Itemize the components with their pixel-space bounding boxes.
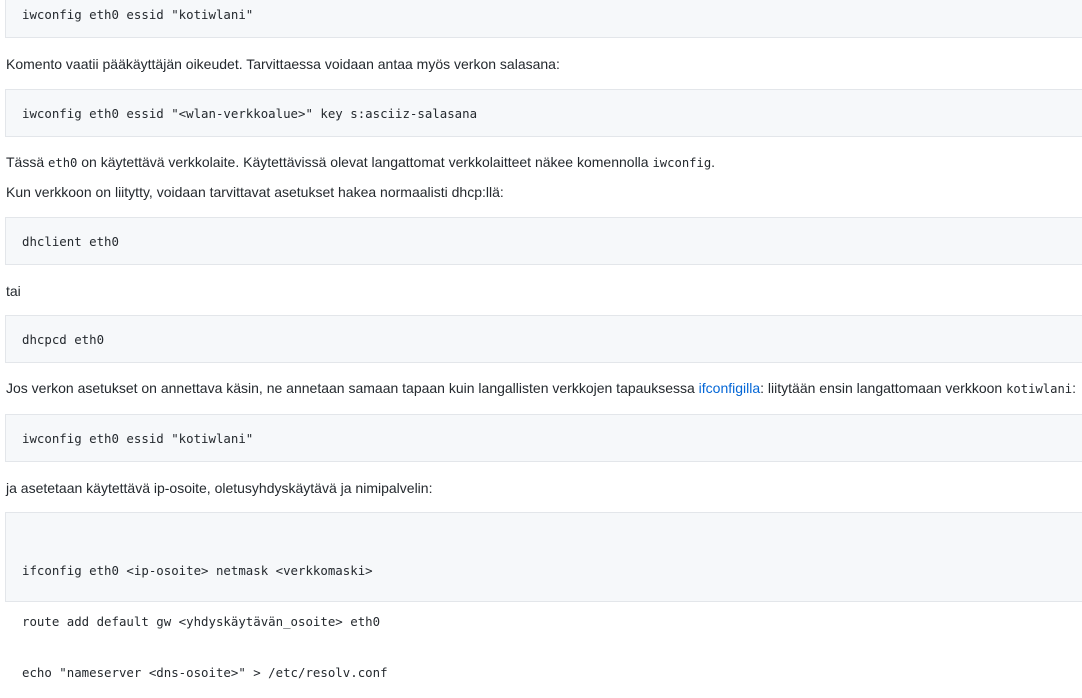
- code-block-iwconfig-essid: iwconfig eth0 essid "kotiwlani": [5, 0, 1082, 38]
- paragraph-eth0-device: Tässä eth0 on käytettävä verkkolaite. Kä…: [6, 154, 716, 170]
- code-line: dhcpcd eth0: [22, 331, 105, 347]
- code-line: echo "nameserver <dns-osoite>" > /etc/re…: [22, 665, 388, 680]
- paragraph-dhcp: Kun verkkoon on liitytty, voidaan tarvit…: [6, 184, 504, 200]
- paragraph-root-privileges: Komento vaatii pääkäyttäjän oikeudet. Ta…: [6, 56, 560, 72]
- code-line: ifconfig eth0 <ip-osoite> netmask <verkk…: [22, 563, 373, 578]
- code-block-iwconfig-key: iwconfig eth0 essid "<wlan-verkkoalue>" …: [5, 89, 1082, 137]
- code-line: dhclient eth0: [22, 233, 119, 249]
- inline-code-kotiwlani: kotiwlani: [1006, 382, 1073, 396]
- code-block-network-config: ifconfig eth0 <ip-osoite> netmask <verkk…: [5, 512, 1082, 680]
- code-block-iwconfig-essid-2: iwconfig eth0 essid "kotiwlani": [5, 414, 1082, 462]
- inline-code-iwconfig: iwconfig: [652, 156, 712, 170]
- code-line: iwconfig eth0 essid "kotiwlani": [22, 430, 254, 446]
- paragraph-manual-settings: Jos verkon asetukset on annettava käsin,…: [6, 380, 1077, 396]
- ifconfigilla-link[interactable]: ifconfigilla: [699, 380, 760, 396]
- inline-code-eth0: eth0: [48, 156, 78, 170]
- paragraph-tai: tai: [6, 283, 21, 299]
- code-block-dhclient: dhclient eth0: [5, 217, 1082, 265]
- code-line: iwconfig eth0 essid "<wlan-verkkoalue>" …: [22, 105, 478, 121]
- code-block-dhcpcd: dhcpcd eth0: [5, 315, 1082, 363]
- paragraph-ip-settings: ja asetetaan käytettävä ip-osoite, oletu…: [6, 480, 433, 496]
- code-line: iwconfig eth0 essid "kotiwlani": [22, 6, 254, 22]
- code-line: route add default gw <yhdyskäytävän_osoi…: [22, 614, 381, 629]
